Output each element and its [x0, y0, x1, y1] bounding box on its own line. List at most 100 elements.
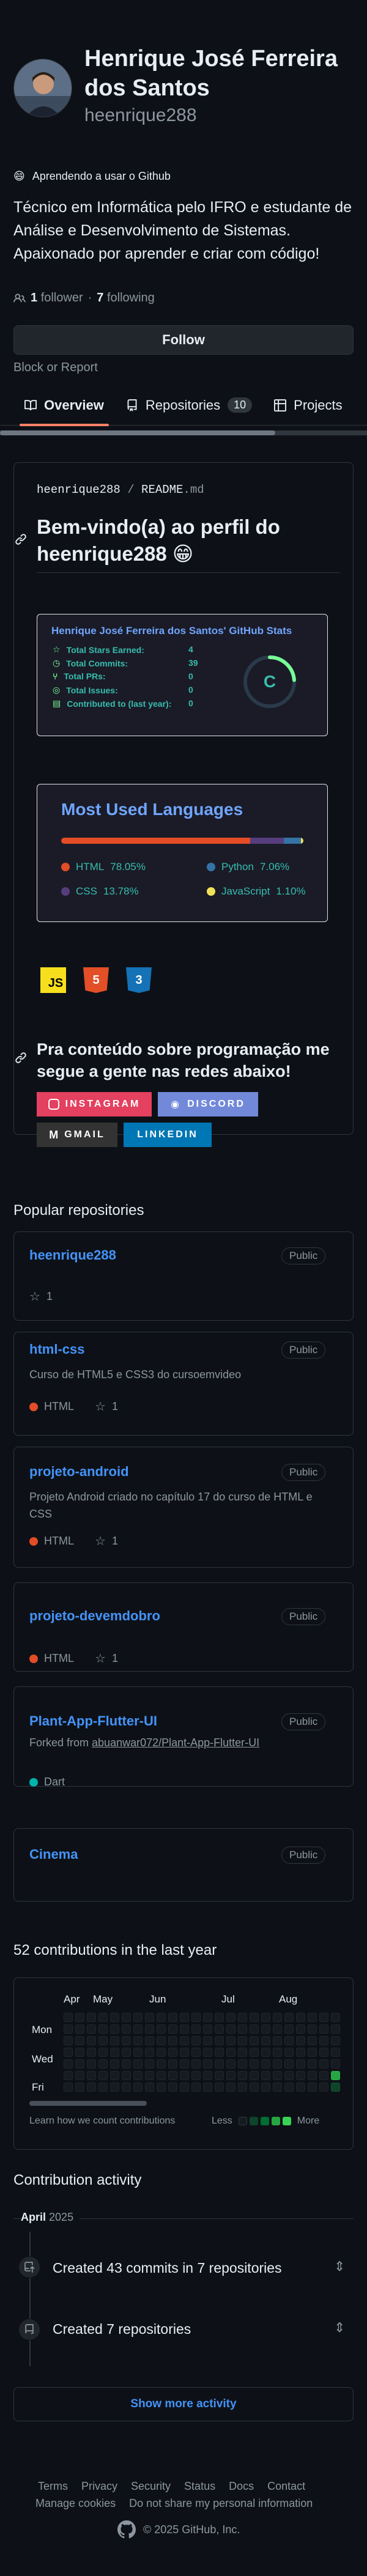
contribution-cell[interactable]: [273, 2024, 282, 2034]
contribution-cell[interactable]: [319, 2059, 328, 2069]
contribution-cell[interactable]: [157, 2071, 166, 2080]
contribution-cell[interactable]: [98, 2059, 108, 2069]
contribution-cell[interactable]: [261, 2059, 270, 2069]
contribution-cell[interactable]: [110, 2024, 119, 2034]
contribution-cell[interactable]: [98, 2013, 108, 2022]
contribution-cell[interactable]: [145, 2059, 154, 2069]
contribution-cell[interactable]: [284, 2024, 294, 2034]
contribution-cell[interactable]: [191, 2071, 201, 2080]
repo-link[interactable]: html-css: [29, 1342, 84, 1357]
contribution-cell[interactable]: [261, 2071, 270, 2080]
contribution-cell[interactable]: [122, 2071, 131, 2080]
contribution-cell[interactable]: [180, 2071, 189, 2080]
contribution-cell[interactable]: [284, 2048, 294, 2057]
contribution-cell[interactable]: [284, 2013, 294, 2022]
footer-link-do-not-share[interactable]: Do not share my personal information: [129, 2497, 313, 2510]
contribution-cell[interactable]: [203, 2071, 212, 2080]
contribution-cell[interactable]: [284, 2059, 294, 2069]
contribution-cell[interactable]: [98, 2036, 108, 2045]
contribution-cell[interactable]: [157, 2024, 166, 2034]
contribution-cell[interactable]: [308, 2024, 317, 2034]
contribution-cell[interactable]: [238, 2083, 247, 2092]
contribution-cell[interactable]: [191, 2059, 201, 2069]
contribution-cell[interactable]: [250, 2036, 259, 2045]
discord-badge[interactable]: ◉ DISCORD: [158, 1092, 258, 1116]
contribution-cell[interactable]: [215, 2024, 224, 2034]
contribution-cell[interactable]: [296, 2048, 305, 2057]
contribution-cell[interactable]: [64, 2013, 73, 2022]
tab-repositories[interactable]: Repositories 10: [126, 385, 253, 426]
contribution-cell[interactable]: [308, 2036, 317, 2045]
contribution-cell[interactable]: [191, 2048, 201, 2057]
instagram-badge[interactable]: INSTAGRAM: [37, 1092, 152, 1116]
contribution-cell[interactable]: [203, 2024, 212, 2034]
contribution-cell[interactable]: [122, 2036, 131, 2045]
contribution-cell[interactable]: [168, 2024, 177, 2034]
follow-button[interactable]: Follow: [13, 325, 354, 355]
contribution-cell[interactable]: [296, 2083, 305, 2092]
contribution-cell[interactable]: [133, 2024, 143, 2034]
contribution-cell[interactable]: [296, 2036, 305, 2045]
contribution-cell[interactable]: [238, 2071, 247, 2080]
contribution-cell[interactable]: [133, 2036, 143, 2045]
contribution-cell[interactable]: [238, 2048, 247, 2057]
contribution-cell[interactable]: [145, 2036, 154, 2045]
contribution-cell[interactable]: [180, 2083, 189, 2092]
contribution-cell[interactable]: [331, 2024, 340, 2034]
repo-link[interactable]: heenrique288: [29, 1247, 116, 1263]
contribution-cell[interactable]: [250, 2083, 259, 2092]
contribution-cell[interactable]: [296, 2024, 305, 2034]
repo-link[interactable]: Plant-App-Flutter-UI: [29, 1713, 157, 1729]
contribution-cell[interactable]: [168, 2036, 177, 2045]
tabs-scrollbar[interactable]: [0, 430, 367, 435]
footer-link-security[interactable]: Security: [131, 2480, 171, 2493]
contribution-cell[interactable]: [250, 2013, 259, 2022]
contribution-cell[interactable]: [145, 2013, 154, 2022]
calendar-scrollbar[interactable]: [29, 2101, 147, 2106]
contribution-cell[interactable]: [284, 2071, 294, 2080]
following-link[interactable]: 7 following: [97, 291, 155, 305]
contribution-cell[interactable]: [331, 2071, 340, 2080]
contribution-cell[interactable]: [110, 2048, 119, 2057]
contribution-cell[interactable]: [180, 2048, 189, 2057]
repo-link[interactable]: Cinema: [29, 1847, 78, 1862]
contribution-cell[interactable]: [273, 2036, 282, 2045]
contribution-cell[interactable]: [319, 2024, 328, 2034]
footer-link-contact[interactable]: Contact: [267, 2480, 305, 2493]
contribution-cell[interactable]: [180, 2036, 189, 2045]
expand-icon[interactable]: ⇕: [334, 2259, 345, 2275]
contribution-cell[interactable]: [284, 2036, 294, 2045]
star-icon[interactable]: ☆: [95, 1399, 106, 1414]
contribution-cell[interactable]: [238, 2036, 247, 2045]
contribution-cell[interactable]: [122, 2024, 131, 2034]
contribution-cell[interactable]: [122, 2083, 131, 2092]
contribution-cell[interactable]: [133, 2013, 143, 2022]
contribution-cell[interactable]: [203, 2059, 212, 2069]
contribution-cell[interactable]: [238, 2059, 247, 2069]
contribution-cell[interactable]: [87, 2013, 96, 2022]
contribution-cell[interactable]: [250, 2048, 259, 2057]
contribution-cell[interactable]: [226, 2048, 235, 2057]
contribution-cell[interactable]: [133, 2048, 143, 2057]
contribution-cell[interactable]: [87, 2059, 96, 2069]
contribution-cell[interactable]: [145, 2024, 154, 2034]
footer-link-docs[interactable]: Docs: [229, 2480, 254, 2493]
contribution-cell[interactable]: [87, 2048, 96, 2057]
fork-source-link[interactable]: abuanwar072/Plant-App-Flutter-UI: [92, 1736, 259, 1749]
contribution-cell[interactable]: [331, 2083, 340, 2092]
contribution-cell[interactable]: [145, 2071, 154, 2080]
contribution-cell[interactable]: [273, 2059, 282, 2069]
contribution-cell[interactable]: [191, 2036, 201, 2045]
contribution-cell[interactable]: [64, 2024, 73, 2034]
block-report-link[interactable]: Block or Report: [13, 361, 98, 375]
contribution-cell[interactable]: [168, 2013, 177, 2022]
contribution-cell[interactable]: [110, 2071, 119, 2080]
contribution-cell[interactable]: [226, 2036, 235, 2045]
gmail-badge[interactable]: M GMAIL: [37, 1123, 117, 1147]
contribution-cell[interactable]: [215, 2048, 224, 2057]
contribution-cell[interactable]: [273, 2013, 282, 2022]
contribution-cell[interactable]: [98, 2083, 108, 2092]
contribution-cell[interactable]: [191, 2083, 201, 2092]
contribution-cell[interactable]: [122, 2059, 131, 2069]
star-count[interactable]: 1: [112, 1652, 118, 1665]
